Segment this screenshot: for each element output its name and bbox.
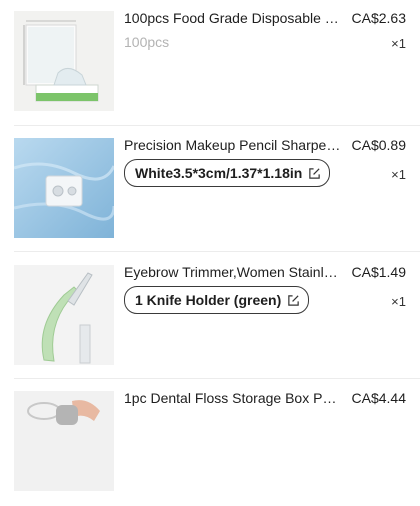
edit-icon — [309, 167, 321, 179]
cart-item[interactable]: 100pcs Food Grade Disposable Nitrile Glo… — [0, 0, 420, 126]
edit-icon — [288, 294, 299, 306]
item-title[interactable]: Eyebrow Trimmer,Women Stainless Steel Ra… — [124, 264, 344, 281]
product-thumbnail[interactable] — [14, 391, 114, 491]
product-thumbnail[interactable] — [14, 265, 114, 365]
variant-selector[interactable]: White3.5*3cm/1.37*1.18in — [124, 159, 331, 187]
item-price: CA$1.49 — [351, 264, 406, 280]
product-thumbnail[interactable] — [14, 11, 114, 111]
item-title[interactable]: 100pcs Food Grade Disposable Nitrile Glo… — [124, 10, 344, 27]
item-price: CA$2.63 — [351, 10, 406, 26]
item-title[interactable]: Precision Makeup Pencil Sharpener — [124, 137, 344, 154]
variant-label: 1 Knife Holder (green) — [135, 292, 282, 308]
cart-item[interactable]: Eyebrow Trimmer,Women Stainless Steel Ra… — [0, 254, 420, 380]
variant-selector[interactable]: 1 Knife Holder (green) — [124, 286, 310, 314]
item-quantity: ×1 — [391, 167, 406, 182]
variant-label: White3.5*3cm/1.37*1.18in — [135, 165, 303, 181]
item-title[interactable]: 1pc Dental Floss Storage Box Portable — [124, 390, 344, 407]
divider — [14, 378, 420, 379]
cart-item[interactable]: 1pc Dental Floss Storage Box Portable CA… — [0, 380, 420, 506]
item-price: CA$4.44 — [351, 390, 406, 406]
divider — [14, 251, 420, 252]
item-price: CA$0.89 — [351, 137, 406, 153]
item-quantity: ×1 — [391, 36, 406, 51]
divider — [14, 125, 420, 126]
cart-item[interactable]: Precision Makeup Pencil Sharpener CA$0.8… — [0, 127, 420, 253]
item-quantity: ×1 — [391, 294, 406, 309]
item-variant: 100pcs — [124, 34, 170, 50]
product-thumbnail[interactable] — [14, 138, 114, 238]
